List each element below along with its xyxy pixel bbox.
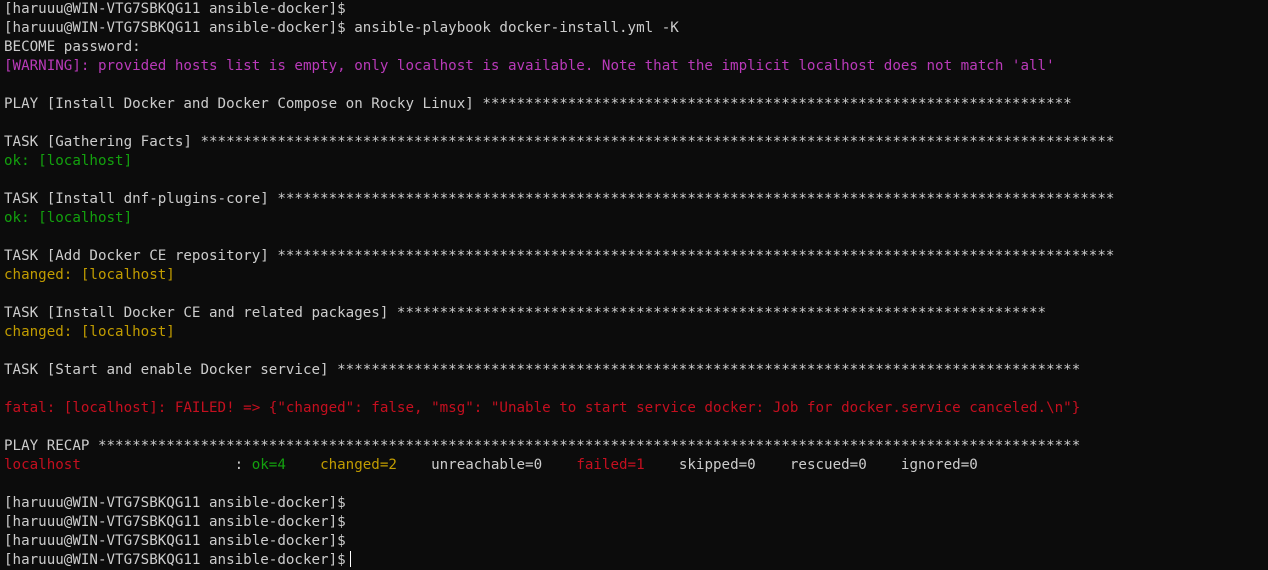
terminal-text-segment: changed: [localhost] xyxy=(4,324,175,340)
terminal-line: [haruuu@WIN-VTG7SBKQG11 ansible-docker]$ xyxy=(4,532,1268,551)
terminal-text-segment: failed=1 xyxy=(576,457,645,473)
terminal-text-segment: PLAY RECAP *****************************… xyxy=(4,438,1081,454)
terminal-text-segment: ok: [localhost] xyxy=(4,153,133,169)
terminal-line: PLAY [Install Docker and Docker Compose … xyxy=(4,95,1268,114)
terminal-line: TASK [Install Docker CE and related pack… xyxy=(4,304,1268,323)
terminal-text-segment: TASK [Add Docker CE repository] ********… xyxy=(4,248,1115,264)
terminal-line: ok: [localhost] xyxy=(4,152,1268,171)
terminal-text-segment: TASK [Install Docker CE and related pack… xyxy=(4,305,1047,321)
terminal-line: [haruuu@WIN-VTG7SBKQG11 ansible-docker]$ xyxy=(4,513,1268,532)
terminal-text-segment: ok=4 xyxy=(251,457,286,473)
terminal-line: TASK [Start and enable Docker service] *… xyxy=(4,361,1268,380)
terminal-text-segment: : xyxy=(80,457,252,473)
terminal-line: [haruuu@WIN-VTG7SBKQG11 ansible-docker]$… xyxy=(4,19,1268,38)
terminal-text-segment: [haruuu@WIN-VTG7SBKQG11 ansible-docker]$ xyxy=(4,533,346,549)
terminal-text-segment: skipped=0 rescued=0 ignored=0 xyxy=(644,457,978,473)
terminal-text-segment: [haruuu@WIN-VTG7SBKQG11 ansible-docker]$… xyxy=(4,20,679,36)
terminal-text-segment: PLAY [Install Docker and Docker Compose … xyxy=(4,96,1072,112)
terminal-text-segment: BECOME password: xyxy=(4,39,141,55)
terminal-text-segment: [haruuu@WIN-VTG7SBKQG11 ansible-docker]$ xyxy=(4,552,346,568)
terminal-line: TASK [Gathering Facts] *****************… xyxy=(4,133,1268,152)
terminal-line: localhost : ok=4 changed=2 unreachable=0… xyxy=(4,456,1268,475)
terminal-text-segment: ok: [localhost] xyxy=(4,210,133,226)
terminal-line: PLAY RECAP *****************************… xyxy=(4,437,1268,456)
terminal-line: [haruuu@WIN-VTG7SBKQG11 ansible-docker]$ xyxy=(4,551,1268,570)
terminal-text-segment: [haruuu@WIN-VTG7SBKQG11 ansible-docker]$ xyxy=(4,1,346,17)
terminal-line: [haruuu@WIN-VTG7SBKQG11 ansible-docker]$ xyxy=(4,0,1268,19)
terminal-line: BECOME password: xyxy=(4,38,1268,57)
terminal-text-segment: [WARNING]: provided hosts list is empty,… xyxy=(4,58,1055,74)
terminal-line: [WARNING]: provided hosts list is empty,… xyxy=(4,57,1268,76)
terminal-text-segment: changed=2 xyxy=(320,457,397,473)
terminal-text-segment: [haruuu@WIN-VTG7SBKQG11 ansible-docker]$ xyxy=(4,514,346,530)
terminal-text-segment: fatal: [localhost]: FAILED! => {"changed… xyxy=(4,400,1081,416)
terminal-window[interactable]: [haruuu@WIN-VTG7SBKQG11 ansible-docker]$… xyxy=(0,0,1268,570)
text-cursor xyxy=(349,551,352,567)
terminal-text-segment: TASK [Gathering Facts] *****************… xyxy=(4,134,1115,150)
terminal-line: TASK [Install dnf-plugins-core] ********… xyxy=(4,190,1268,209)
terminal-text-segment: unreachable=0 xyxy=(396,457,577,473)
terminal-text-segment: TASK [Install dnf-plugins-core] ********… xyxy=(4,191,1115,207)
terminal-text-segment: [haruuu@WIN-VTG7SBKQG11 ansible-docker]$ xyxy=(4,495,346,511)
terminal-line: [haruuu@WIN-VTG7SBKQG11 ansible-docker]$ xyxy=(4,494,1268,513)
terminal-line: fatal: [localhost]: FAILED! => {"changed… xyxy=(4,399,1268,418)
terminal-text-segment: changed: [localhost] xyxy=(4,267,175,283)
terminal-line: TASK [Add Docker CE repository] ********… xyxy=(4,247,1268,266)
terminal-line: ok: [localhost] xyxy=(4,209,1268,228)
terminal-text-segment: localhost xyxy=(4,457,81,473)
terminal-line: changed: [localhost] xyxy=(4,266,1268,285)
terminal-line: changed: [localhost] xyxy=(4,323,1268,342)
terminal-text-segment: TASK [Start and enable Docker service] *… xyxy=(4,362,1081,378)
